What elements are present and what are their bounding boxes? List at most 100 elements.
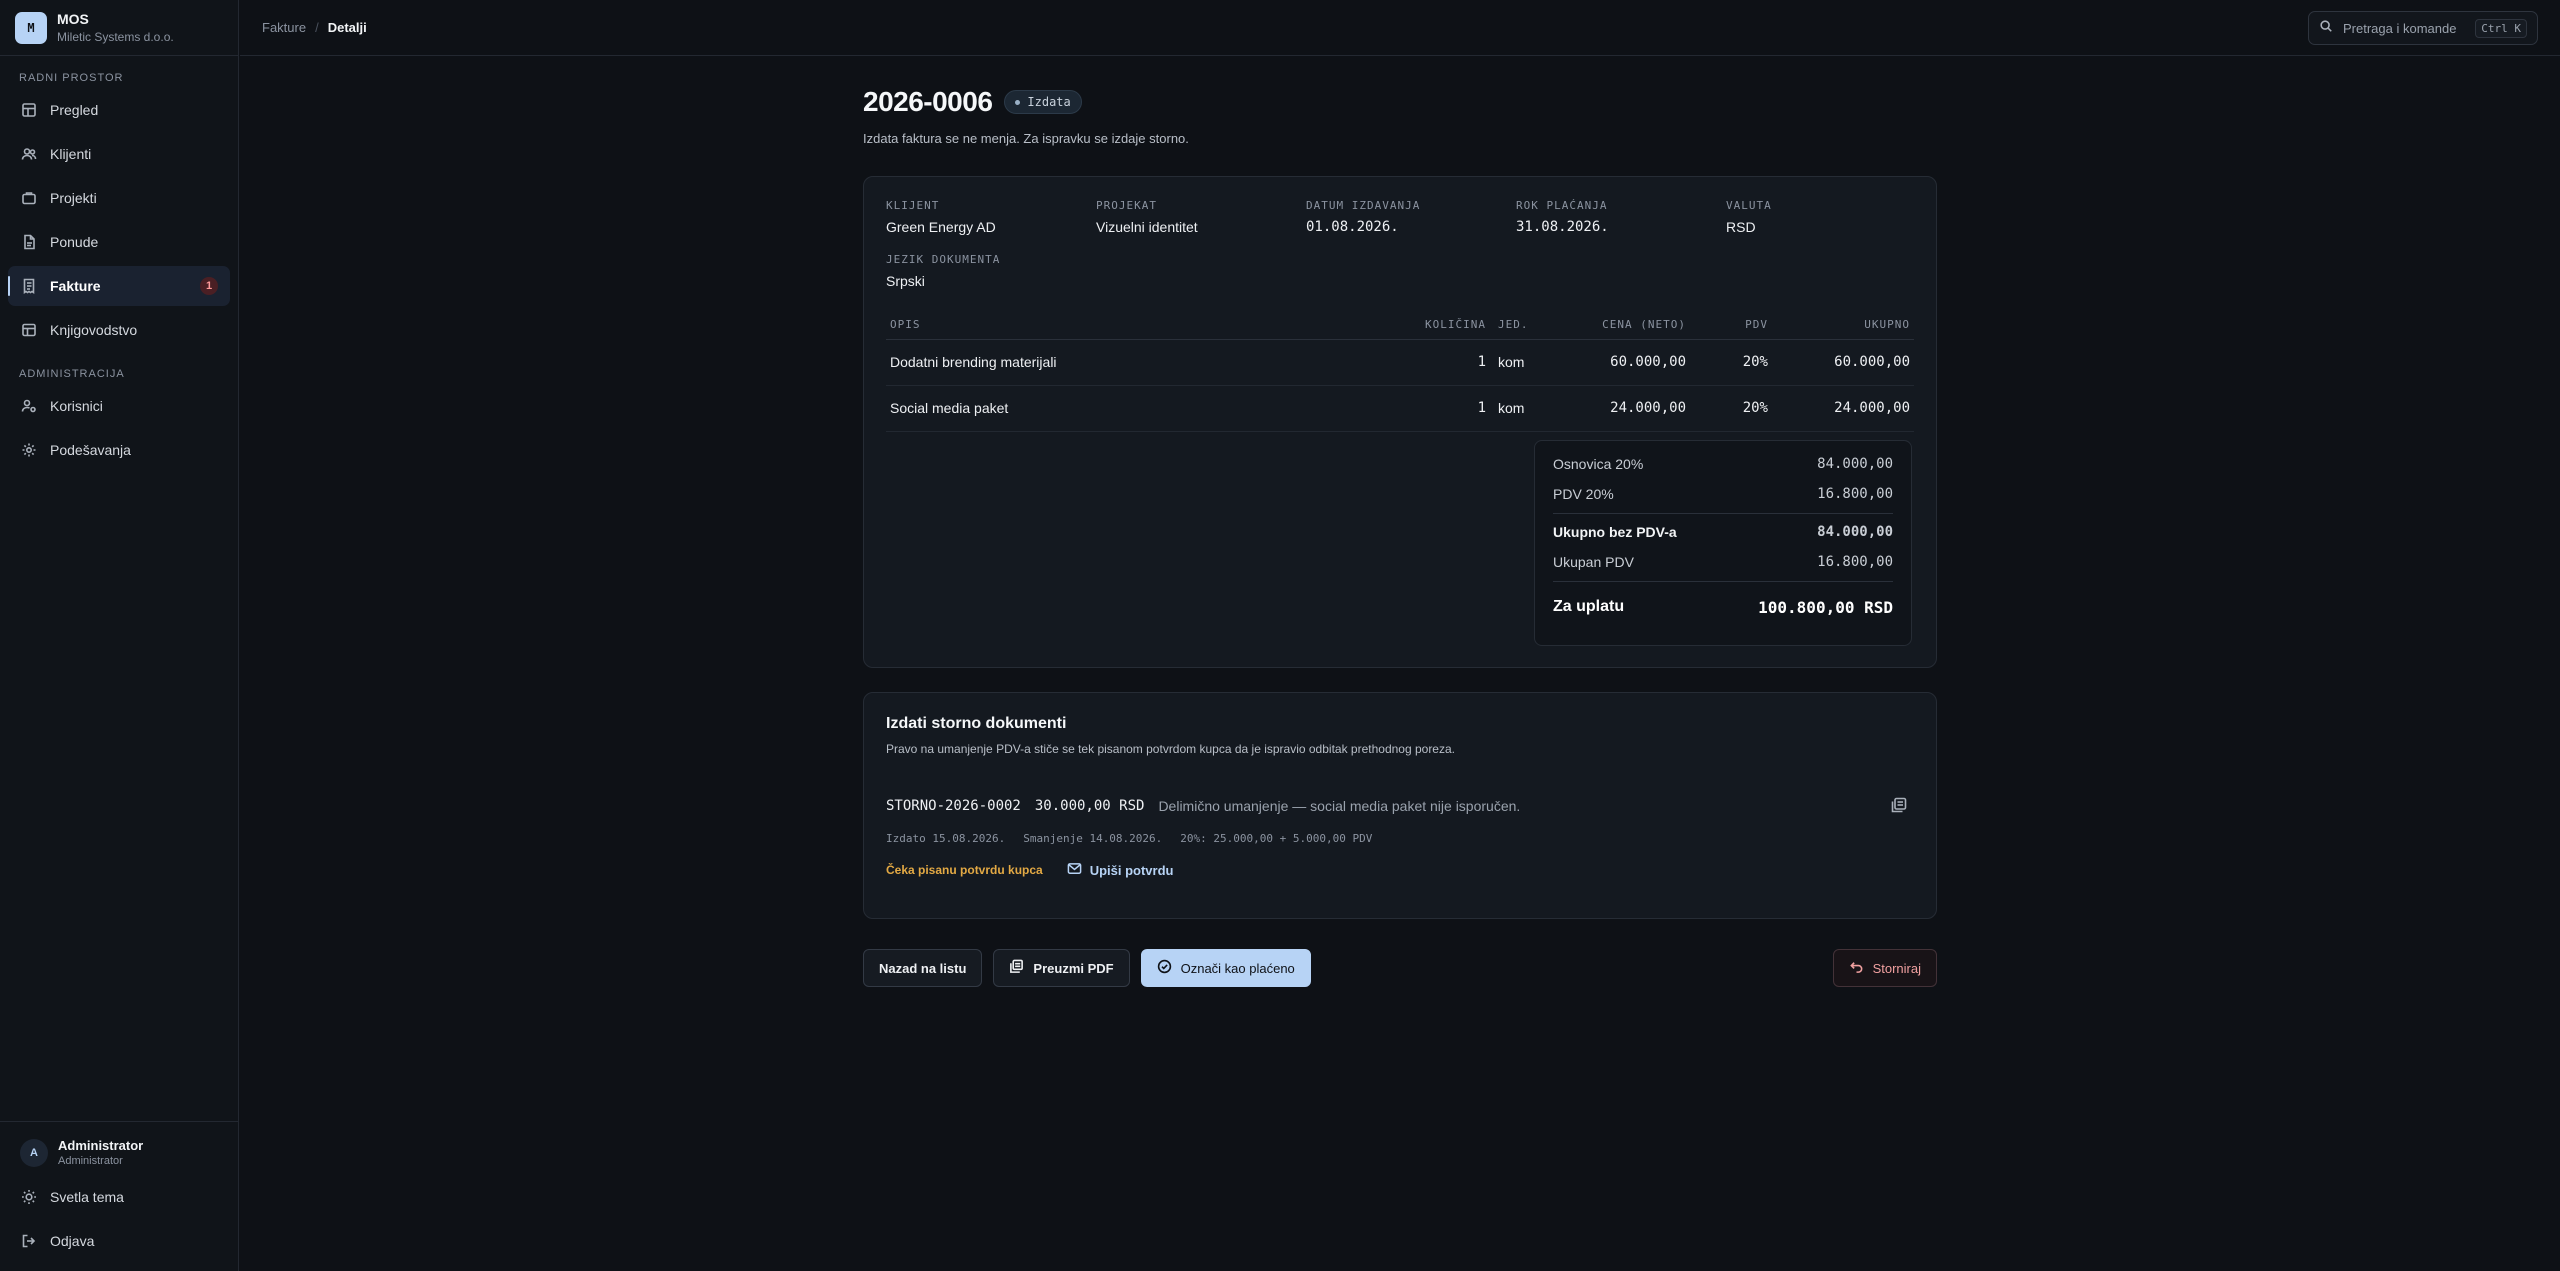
project-value: Vizuelni identitet xyxy=(1096,219,1198,235)
company-name: Miletic Systems d.o.o. xyxy=(57,30,174,44)
sidebar-item-podesavanja[interactable]: Podešavanja xyxy=(8,430,230,470)
item-desc: Social media paket xyxy=(886,385,1380,432)
currency-value: RSD xyxy=(1726,219,1756,235)
item-qty: 1 xyxy=(1380,385,1490,432)
status-dot xyxy=(1015,99,1021,105)
topbar: Fakture / Detalji Pretraga i komande Ctr… xyxy=(240,0,2560,56)
invoice-details-card: KLIJENT Green Energy AD PROJEKAT Vizueln… xyxy=(863,176,1937,668)
due-date-value: 31.08.2026. xyxy=(1516,219,1609,235)
back-to-list-button[interactable]: Nazad na listu xyxy=(863,949,983,987)
user-profile[interactable]: A Administrator Administrator xyxy=(8,1130,230,1173)
item-total: 60.000,00 xyxy=(1772,339,1914,386)
meta-due-date: ROK PLAĆANJA 31.08.2026. xyxy=(1516,199,1726,235)
logout-label: Odjava xyxy=(50,1233,95,1249)
sidebar-item-label: Fakture xyxy=(50,278,101,294)
sidebar-item-korisnici[interactable]: Korisnici xyxy=(8,386,230,426)
divider xyxy=(1553,513,1893,514)
undo-icon xyxy=(1849,959,1873,977)
mark-paid-button[interactable]: Označi kao plaćeno xyxy=(1140,949,1311,987)
enter-confirmation-label: Upiši potvrdu xyxy=(1089,862,1174,878)
base-label: Osnovica 20% xyxy=(1553,456,1644,472)
download-pdf-button[interactable]: Preuzmi PDF xyxy=(993,949,1130,987)
item-vat: 20% xyxy=(1690,385,1772,432)
mark-paid-label: Označi kao plaćeno xyxy=(1180,960,1295,976)
action-bar: Nazad na listu Preuzmi PDF Označi kao pl… xyxy=(863,949,1937,987)
sidebar-item-pregled[interactable]: Pregled xyxy=(8,90,230,130)
vat-value: 16.800,00 xyxy=(1817,486,1893,502)
logout-icon xyxy=(20,1232,38,1250)
avatar: A xyxy=(20,1138,48,1167)
sidebar-item-klijenti[interactable]: Klijenti xyxy=(8,134,230,174)
search-placeholder: Pretraga i komande xyxy=(2343,20,2457,36)
totals-vat-row: PDV 20% 16.800,00 xyxy=(1553,479,1893,509)
brand[interactable]: M MOS Miletic Systems d.o.o. xyxy=(0,0,238,56)
user-name: Administrator xyxy=(58,1138,144,1153)
breadcrumb-fakture[interactable]: Fakture xyxy=(262,20,306,35)
document-icon xyxy=(1009,959,1033,977)
breadcrumb: Fakture / Detalji xyxy=(262,20,367,35)
item-unit: kom xyxy=(1490,339,1550,386)
search-icon xyxy=(2319,19,2333,38)
back-label: Nazad na listu xyxy=(879,960,967,976)
layout-icon xyxy=(20,101,38,119)
enter-confirmation-button[interactable]: Upiši potvrdu xyxy=(1067,861,1174,879)
mail-icon xyxy=(1067,861,1090,879)
storno-description: Pravo na umanjenje PDV-a stiče se tek pi… xyxy=(886,742,1455,756)
item-price: 60.000,00 xyxy=(1550,339,1690,386)
item-qty: 1 xyxy=(1380,339,1490,386)
meta-currency: VALUTA RSD xyxy=(1726,199,1936,235)
main-content: 2026-0006 Izdata Izdata faktura se ne me… xyxy=(863,56,1937,987)
col-qty: KOLIČINA xyxy=(1380,311,1490,340)
storno-documents-card: Izdati storno dokumenti Pravo na umanjen… xyxy=(863,692,1937,919)
sidebar-item-label: Pregled xyxy=(50,102,99,118)
page-subtitle: Izdata faktura se ne menja. Za ispravku … xyxy=(863,131,1189,146)
base-value: 84.000,00 xyxy=(1817,456,1893,472)
sun-icon xyxy=(20,1188,38,1206)
meta-client: KLIJENT Green Energy AD xyxy=(886,199,1096,235)
invoice-items-table: OPIS KOLIČINA JED. CENA (NETO) PDV UKUPN… xyxy=(886,311,1914,432)
sidebar-item-label: Ponude xyxy=(50,234,99,250)
storno-status: Čeka pisanu potvrdu kupca xyxy=(886,863,1043,877)
sidebar-item-projekti[interactable]: Projekti xyxy=(8,178,230,218)
gear-icon xyxy=(20,441,38,459)
net-label: Ukupno bez PDV-a xyxy=(1553,524,1677,540)
meta-language: JEZIK DOKUMENTA Srpski xyxy=(886,253,1096,289)
brand-logo: M xyxy=(15,11,47,44)
storno-breakdown: 20%: 25.000,00 + 5.000,00 PDV xyxy=(1180,832,1373,845)
user-gear-icon xyxy=(20,397,38,415)
document-pdf-icon[interactable] xyxy=(1890,796,1910,816)
totals-panel: Osnovica 20% 84.000,00 PDV 20% 16.800,00… xyxy=(1534,440,1912,646)
brand-name: MOS xyxy=(57,11,89,27)
table-header-row: OPIS KOLIČINA JED. CENA (NETO) PDV UKUPN… xyxy=(886,311,1914,340)
theme-toggle[interactable]: Svetla tema xyxy=(8,1177,230,1217)
storno-title: Izdati storno dokumenti xyxy=(886,715,1067,732)
sidebar-item-fakture[interactable]: Fakture 1 xyxy=(8,266,230,306)
status-badge: Izdata xyxy=(1004,90,1082,114)
receipt-icon xyxy=(20,277,38,295)
divider xyxy=(1553,581,1893,582)
sidebar-item-ponude[interactable]: Ponude xyxy=(8,222,230,262)
users-icon xyxy=(20,145,38,163)
breadcrumb-current: Detalji xyxy=(327,20,367,35)
download-pdf-label: Preuzmi PDF xyxy=(1033,960,1114,976)
totals-net-row: Ukupno bez PDV-a 84.000,00 xyxy=(1553,517,1893,547)
storno-button[interactable]: Storniraj xyxy=(1832,949,1937,987)
meta-label: JEZIK DOKUMENTA xyxy=(886,253,1001,266)
net-value: 84.000,00 xyxy=(1817,524,1893,540)
nav-section-admin: ADMINISTRACIJA xyxy=(19,368,125,380)
sidebar-item-knjigovodstvo[interactable]: Knjigovodstvo xyxy=(8,310,230,350)
table-row: Dodatni brending materijali 1 kom 60.000… xyxy=(886,339,1914,386)
storno-issued: Izdato 15.08.2026. xyxy=(886,832,1006,845)
sidebar-item-label: Projekti xyxy=(50,190,97,206)
meta-label: VALUTA xyxy=(1726,199,1772,212)
command-search[interactable]: Pretraga i komande Ctrl K xyxy=(2308,11,2538,45)
storno-label: Storniraj xyxy=(1872,960,1921,976)
totals-due-row: Za uplatu 100.800,00 RSD xyxy=(1553,585,1893,629)
storno-meta: Izdato 15.08.2026. Smanjenje 14.08.2026.… xyxy=(886,832,1914,845)
storno-item: STORNO-2026-0002 30.000,00 RSD Delimično… xyxy=(886,798,1914,814)
user-role: Administrator xyxy=(58,1155,123,1167)
meta-label: KLIJENT xyxy=(886,199,940,212)
logout-button[interactable]: Odjava xyxy=(8,1221,230,1261)
totals-vat-total-row: Ukupan PDV 16.800,00 xyxy=(1553,547,1893,577)
storno-note: Delimično umanjenje — social media paket… xyxy=(1158,798,1521,814)
